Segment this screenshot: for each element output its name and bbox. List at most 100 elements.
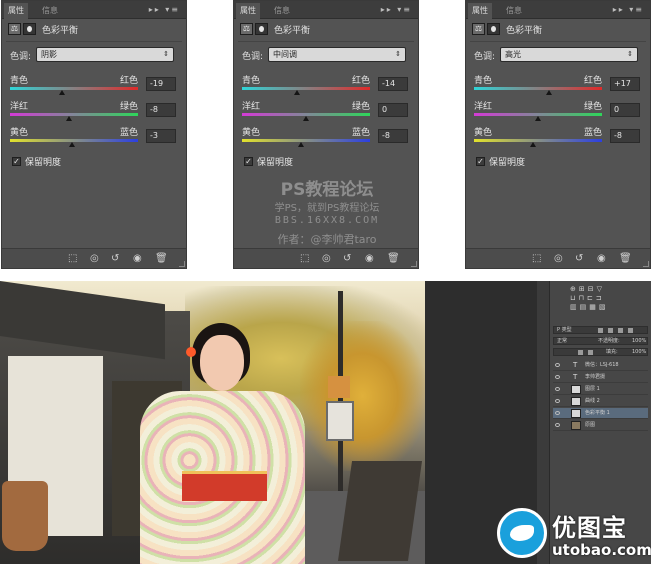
layer-row[interactable]: T 微信：LSJ-618	[553, 360, 648, 371]
slider-thumb[interactable]	[545, 90, 552, 95]
slider-value-input[interactable]: -14	[378, 77, 408, 91]
blend-mode-select[interactable]: 正常	[557, 337, 567, 345]
panel-menu-icon[interactable]: ▸▸ ▾≡	[613, 3, 644, 17]
cyan-red-slider[interactable]: 青色 红色 -14	[242, 73, 414, 97]
clip-to-layer-icon[interactable]: ⬚	[68, 253, 77, 265]
filter-adjust-icon[interactable]	[608, 328, 613, 333]
slider-thumb[interactable]	[294, 90, 301, 95]
align-icons-row[interactable]: ⊔⊓⊏⊐	[570, 294, 651, 303]
layer-visibility-icon[interactable]	[555, 423, 560, 427]
visibility-icon[interactable]: ◉	[597, 253, 606, 265]
resize-grip-icon[interactable]	[643, 261, 649, 267]
slider-value-input[interactable]: -8	[610, 129, 640, 143]
opacity-value[interactable]: 100%	[632, 337, 646, 345]
layer-name[interactable]: 原图	[585, 420, 595, 431]
tab-info[interactable]: 信息	[270, 3, 294, 19]
layer-visibility-icon[interactable]	[555, 411, 560, 415]
checkbox-checked-icon[interactable]: ✓	[244, 157, 253, 166]
slider-thumb[interactable]	[297, 142, 304, 147]
reset-icon[interactable]: ↺	[343, 253, 351, 265]
cyan-red-slider[interactable]: 青色 红色 +17	[474, 73, 646, 97]
panel-menu-icon[interactable]: ▸▸ ▾≡	[381, 3, 412, 17]
fill-row[interactable]: 填充: 100%	[553, 348, 648, 356]
layer-row[interactable]: 原图	[553, 420, 648, 431]
slider-value-input[interactable]: -3	[146, 129, 176, 143]
slider-track[interactable]	[474, 87, 602, 90]
slider-value-input[interactable]: 0	[378, 103, 408, 117]
layer-name[interactable]: 微信：LSJ-618	[585, 360, 619, 371]
visibility-icon[interactable]: ◉	[133, 253, 142, 265]
preserve-luminosity[interactable]: ✓ 保留明度	[244, 155, 293, 168]
preserve-luminosity[interactable]: ✓ 保留明度	[476, 155, 525, 168]
layer-visibility-icon[interactable]	[555, 375, 560, 379]
layer-name[interactable]: 李帅君摄	[585, 372, 605, 383]
magenta-green-slider[interactable]: 洋红 绿色 0	[242, 99, 414, 123]
slider-value-input[interactable]: -19	[146, 77, 176, 91]
cyan-red-slider[interactable]: 青色 红色 -19	[10, 73, 182, 97]
resize-grip-icon[interactable]	[179, 261, 185, 267]
layer-mask-icon[interactable]	[487, 23, 500, 35]
layer-visibility-icon[interactable]	[555, 363, 560, 367]
layer-visibility-icon[interactable]	[555, 399, 560, 403]
resize-grip-icon[interactable]	[411, 261, 417, 267]
filter-pixel-icon[interactable]	[598, 328, 603, 333]
slider-track[interactable]	[10, 87, 138, 90]
slider-thumb[interactable]	[303, 116, 309, 121]
yellow-blue-slider[interactable]: 黄色 蓝色 -3	[10, 125, 182, 149]
distribute-icons-row[interactable]: ▥▤▦▧	[570, 303, 651, 312]
layer-row-selected[interactable]: 色彩平衡 1	[553, 408, 648, 419]
tone-dropdown[interactable]: 阴影 ⇕	[36, 47, 174, 62]
delete-icon[interactable]: 🗑	[619, 253, 632, 265]
blend-mode-row[interactable]: 正常 不透明度: 100%	[553, 337, 648, 345]
slider-thumb[interactable]	[529, 142, 536, 147]
visibility-icon[interactable]: ◉	[365, 253, 374, 265]
layer-filter-bar[interactable]: P 类型	[553, 326, 648, 334]
tab-info[interactable]: 信息	[38, 3, 62, 19]
tab-properties[interactable]: 属性	[236, 3, 260, 19]
panel-menu-icon[interactable]: ▸▸ ▾≡	[149, 3, 180, 17]
filter-text-icon[interactable]	[618, 328, 623, 333]
delete-icon[interactable]: 🗑	[155, 253, 168, 265]
slider-value-input[interactable]: 0	[610, 103, 640, 117]
tab-info[interactable]: 信息	[502, 3, 526, 19]
view-previous-icon[interactable]: ◎	[554, 253, 563, 265]
tone-dropdown[interactable]: 高光 ⇕	[500, 47, 638, 62]
lock-position-icon[interactable]	[588, 350, 593, 355]
fill-value[interactable]: 100%	[632, 348, 646, 356]
slider-track[interactable]	[474, 139, 602, 142]
layer-row[interactable]: T 李帅君摄	[553, 372, 648, 383]
slider-thumb[interactable]	[69, 142, 76, 147]
clip-to-layer-icon[interactable]: ⬚	[532, 253, 541, 265]
layer-row[interactable]: 曲线 2	[553, 396, 648, 407]
layer-row[interactable]: 图层 1	[553, 384, 648, 395]
slider-thumb[interactable]	[535, 116, 541, 121]
checkbox-checked-icon[interactable]: ✓	[476, 157, 485, 166]
slider-thumb[interactable]	[65, 116, 72, 121]
tool-options-row[interactable]: ⊕⊞⊟▽	[570, 285, 651, 294]
slider-track[interactable]	[10, 113, 138, 116]
reset-icon[interactable]: ↺	[575, 253, 583, 265]
layer-visibility-icon[interactable]	[555, 387, 560, 391]
slider-track[interactable]	[242, 87, 370, 90]
layer-mask-icon[interactable]	[255, 23, 268, 35]
lock-transparent-icon[interactable]	[578, 350, 583, 355]
reset-icon[interactable]: ↺	[111, 253, 119, 265]
slider-track[interactable]	[242, 139, 370, 142]
magenta-green-slider[interactable]: 洋红 绿色 -8	[10, 99, 182, 123]
layer-mask-icon[interactable]	[23, 23, 36, 35]
tone-dropdown[interactable]: 中间调 ⇕	[268, 47, 406, 62]
layer-name[interactable]: 色彩平衡 1	[585, 408, 610, 419]
view-previous-icon[interactable]: ◎	[90, 253, 99, 265]
slider-value-input[interactable]: +17	[610, 77, 640, 91]
tab-properties[interactable]: 属性	[468, 3, 492, 19]
yellow-blue-slider[interactable]: 黄色 蓝色 -8	[242, 125, 414, 149]
layer-name[interactable]: 曲线 2	[585, 396, 600, 407]
layer-kind-filter[interactable]: P 类型	[557, 326, 572, 334]
delete-icon[interactable]: 🗑	[387, 253, 400, 265]
clip-to-layer-icon[interactable]: ⬚	[300, 253, 309, 265]
tab-properties[interactable]: 属性	[4, 3, 28, 19]
slider-value-input[interactable]: -8	[378, 129, 408, 143]
layer-name[interactable]: 图层 1	[585, 384, 600, 395]
preserve-luminosity[interactable]: ✓ 保留明度	[12, 155, 61, 168]
view-previous-icon[interactable]: ◎	[322, 253, 331, 265]
